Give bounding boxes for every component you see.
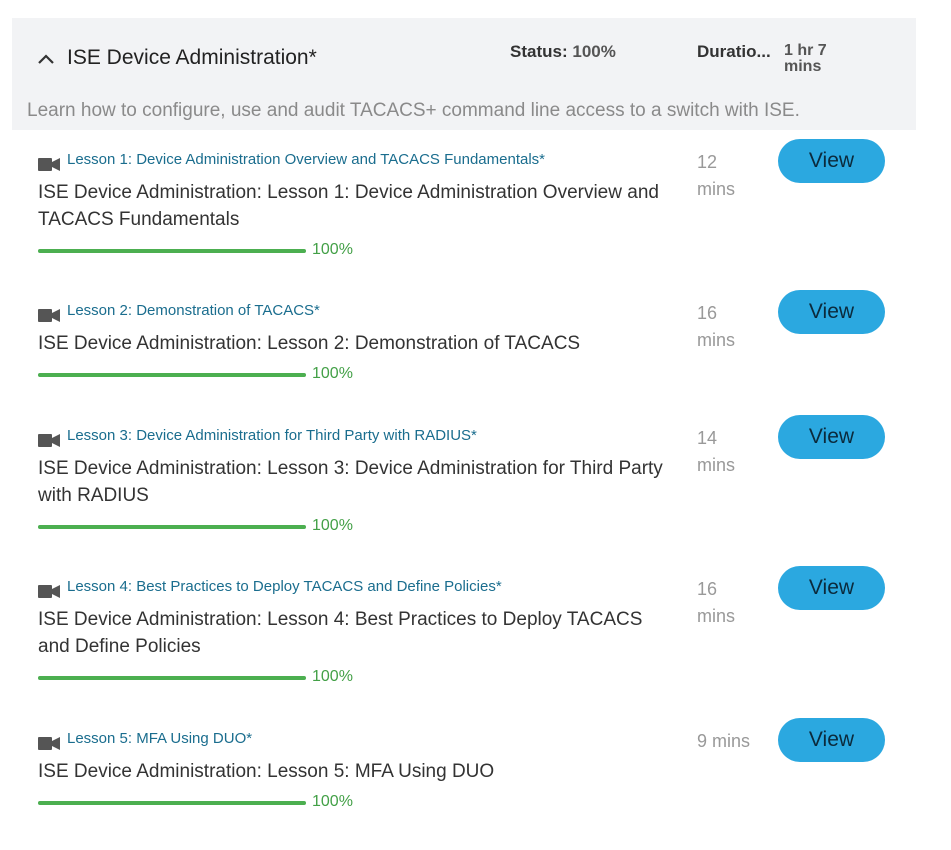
lesson-duration: 16 mins [697, 303, 736, 350]
progress-bar [38, 249, 306, 253]
progress-percent: 100% [312, 241, 353, 258]
progress-percent: 100% [312, 793, 353, 810]
lesson-title-link[interactable]: Lesson 4: Best Practices to Deploy TACAC… [67, 578, 502, 595]
lesson-item: Lesson 3: Device Administration for Thir… [0, 415, 951, 547]
progress-fill [38, 373, 306, 377]
progress-fill [38, 676, 306, 680]
lesson-duration: 16 mins [697, 579, 736, 626]
lesson-description: ISE Device Administration: Lesson 4: Bes… [38, 609, 643, 657]
lesson-description: ISE Device Administration: Lesson 3: Dev… [38, 458, 663, 506]
lesson-title-link[interactable]: Lesson 3: Device Administration for Thir… [67, 427, 477, 444]
lesson-item: Lesson 5: MFA Using DUO* ISE Device Admi… [0, 718, 951, 850]
course-title[interactable]: ISE Device Administration* [67, 46, 317, 70]
progress-percent: 100% [312, 517, 353, 534]
view-button[interactable]: View [778, 139, 885, 183]
video-camera-icon [38, 585, 60, 598]
progress-fill [38, 525, 306, 529]
progress-bar [38, 525, 306, 529]
lesson-description: ISE Device Administration: Lesson 5: MFA… [38, 761, 495, 782]
progress-bar [38, 801, 306, 805]
progress-percent: 100% [312, 668, 353, 685]
status-value: 100% [572, 42, 616, 61]
progress-bar [38, 676, 306, 680]
video-camera-icon [38, 434, 60, 447]
lesson-description: ISE Device Administration: Lesson 1: Dev… [38, 182, 659, 230]
lesson-title-link[interactable]: Lesson 1: Device Administration Overview… [67, 151, 545, 168]
video-camera-icon [38, 737, 60, 750]
status-label: Status: [510, 42, 568, 61]
view-button[interactable]: View [778, 566, 885, 610]
view-button[interactable]: View [778, 718, 885, 762]
lesson-duration: 9 mins [697, 731, 751, 751]
view-button[interactable]: View [778, 415, 885, 459]
video-camera-icon [38, 158, 60, 171]
course-header: ISE Device Administration* Status: 100% … [12, 18, 916, 130]
progress-fill [38, 801, 306, 805]
lesson-description: ISE Device Administration: Lesson 2: Dem… [38, 333, 581, 354]
view-button[interactable]: View [778, 290, 885, 334]
lesson-title-link[interactable]: Lesson 5: MFA Using DUO* [67, 730, 252, 747]
status-indicator: Status: 100% [510, 42, 616, 62]
lesson-duration: 12 mins [697, 152, 736, 199]
lesson-item: Lesson 4: Best Practices to Deploy TACAC… [0, 566, 951, 698]
course-description: Learn how to configure, use and audit TA… [27, 100, 800, 121]
chevron-up-icon[interactable] [36, 52, 56, 66]
duration-label: Duratio... [697, 42, 771, 61]
lesson-item: Lesson 1: Device Administration Overview… [0, 139, 951, 271]
lesson-item: Lesson 2: Demonstration of TACACS* ISE D… [0, 290, 951, 422]
duration-value: 1 hr 7 mins [784, 42, 827, 75]
progress-fill [38, 249, 306, 253]
video-camera-icon [38, 309, 60, 322]
progress-bar [38, 373, 306, 377]
lesson-title-link[interactable]: Lesson 2: Demonstration of TACACS* [67, 302, 320, 319]
lesson-duration: 14 mins [697, 428, 736, 475]
progress-percent: 100% [312, 365, 353, 382]
